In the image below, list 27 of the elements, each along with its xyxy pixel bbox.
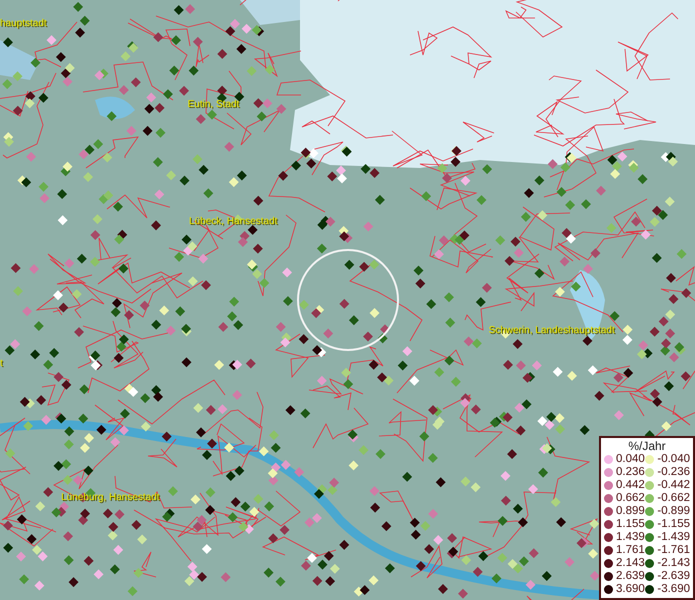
legend-label: -2.639 <box>657 570 690 583</box>
legend-label: 0.442 <box>616 479 645 492</box>
legend-label: 1.761 <box>616 544 645 557</box>
legend-label: -1.155 <box>657 518 690 531</box>
place-label: t <box>0 358 3 370</box>
legend-label: 2.639 <box>616 570 645 583</box>
legend-label: -0.236 <box>657 466 690 479</box>
legend-label: -0.040 <box>657 453 690 466</box>
legend-label: 0.040 <box>616 453 645 466</box>
legend-label: 0.662 <box>616 492 645 505</box>
legend-label: -0.662 <box>657 492 690 505</box>
place-label: Schwerin, Landeshauptstadt <box>488 325 615 338</box>
place-label: hauptstadt <box>0 18 47 30</box>
legend-label: -0.899 <box>657 505 690 518</box>
legend-label: 2.143 <box>616 557 645 570</box>
legend-label: 3.690 <box>616 583 645 596</box>
place-label: Lübeck, Hansestadt <box>189 216 278 228</box>
legend-label: -1.761 <box>657 544 690 557</box>
legend-label: 1.155 <box>616 518 645 531</box>
legend-label: -3.690 <box>657 583 690 596</box>
legend-label: 1.439 <box>616 531 645 544</box>
legend-label: -1.439 <box>657 531 690 544</box>
legend-label: 0.899 <box>616 505 645 518</box>
legend-label: 0.236 <box>616 466 645 479</box>
legend-label: -2.143 <box>657 557 690 570</box>
legend-title: %/Jahr <box>627 439 667 453</box>
legend-label: -0.442 <box>657 479 690 492</box>
